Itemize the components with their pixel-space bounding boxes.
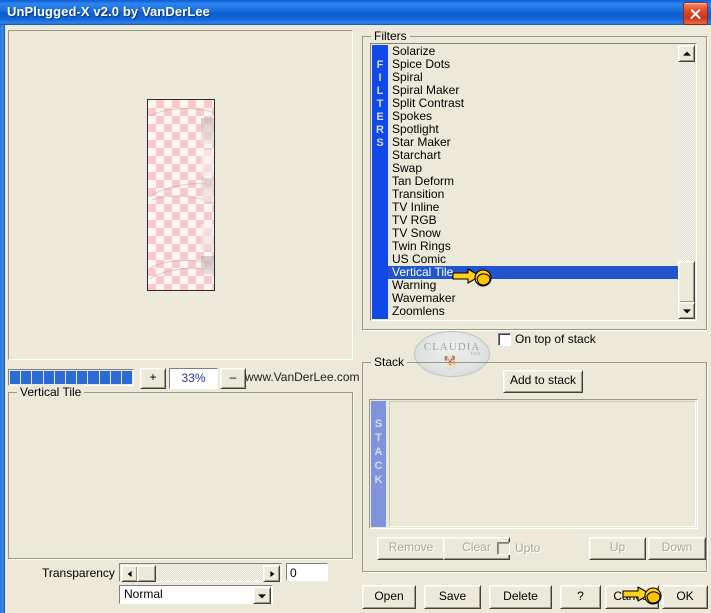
zoom-block [65, 371, 77, 384]
transparency-decrease-button[interactable] [121, 565, 138, 582]
help-button[interactable]: ? [560, 585, 601, 609]
zoom-block [10, 371, 21, 384]
website-link[interactable]: www.VanDerLee.com [245, 370, 360, 384]
window-title: UnPlugged-X v2.0 by VanDerLee [7, 4, 211, 19]
window-left-edge [0, 25, 5, 613]
stack-listbox[interactable]: ST AC K [369, 399, 698, 529]
scroll-up-icon[interactable] [678, 45, 695, 62]
down-button[interactable]: Down [648, 537, 706, 560]
zoom-block [99, 371, 110, 384]
scrollbar-thumb[interactable] [678, 261, 695, 303]
preview-tile-band [201, 224, 214, 250]
add-to-stack-button[interactable]: Add to stack [503, 370, 583, 393]
close-icon[interactable] [683, 2, 708, 25]
filters-list[interactable]: Solarize Spice Dots Spiral Spiral Maker Spli… [388, 45, 678, 319]
delete-button[interactable]: Delete [489, 585, 552, 609]
zoom-out-button[interactable]: – [220, 368, 246, 389]
zoom-block [32, 371, 43, 384]
filter-list-item[interactable]: Starchart [388, 149, 678, 162]
preview-panel[interactable] [8, 30, 353, 360]
filter-parameters-group: Vertical Tile [8, 385, 353, 559]
transparency-label: Transparency [42, 566, 115, 580]
save-button[interactable]: Save [424, 585, 481, 609]
preview-tile-band [201, 118, 214, 144]
filters-group-label: Filters [371, 29, 410, 43]
zoom-block [77, 371, 88, 384]
open-button[interactable]: Open [362, 585, 416, 609]
zoom-block [121, 371, 133, 384]
blend-mode-value: Normal [124, 587, 163, 601]
zoom-in-button[interactable]: + [140, 368, 166, 389]
filter-list-item[interactable]: Zoomlens [388, 305, 678, 318]
on-top-of-stack-checkbox[interactable] [498, 333, 511, 346]
transparency-track[interactable] [137, 564, 264, 581]
cancel-button[interactable]: Cancel [605, 585, 659, 609]
unplugged-x-dialog: UnPlugged-X v2.0 by VanDerLee + 33% – ww… [0, 0, 711, 613]
stack-list[interactable] [389, 401, 696, 527]
blend-mode-dropdown[interactable]: Normal [119, 585, 273, 604]
filters-side-band: FI LT ER S [372, 45, 388, 319]
stack-side-band: ST AC K [371, 401, 386, 527]
remove-button[interactable]: Remove [377, 537, 445, 560]
zoom-percent-value: 33% [169, 368, 218, 389]
zoom-block [21, 371, 32, 384]
zoom-block [54, 371, 65, 384]
transparency-increase-button[interactable] [263, 565, 280, 582]
up-button[interactable]: Up [589, 537, 646, 560]
preview-tile-band [201, 178, 214, 202]
preview-image [147, 99, 215, 291]
title-bar: UnPlugged-X v2.0 by VanDerLee [0, 0, 711, 25]
upto-label: Upto [515, 541, 541, 555]
scroll-down-icon[interactable] [678, 302, 695, 319]
upto-checkbox[interactable] [497, 542, 510, 555]
stack-group-label: Stack [371, 355, 408, 369]
transparency-slider[interactable] [119, 563, 282, 582]
zoom-block [43, 371, 54, 384]
preview-tile-band [201, 150, 214, 176]
filter-parameters-label: Vertical Tile [17, 385, 85, 399]
zoom-block [110, 371, 121, 384]
transparency-thumb[interactable] [137, 565, 156, 582]
filter-list-item[interactable]: Spice Dots [388, 58, 678, 71]
ok-button[interactable]: OK [662, 585, 708, 609]
preview-tile-band [201, 256, 214, 274]
transparency-value-field[interactable]: 0 [286, 563, 328, 581]
chevron-down-icon[interactable] [253, 587, 271, 604]
filters-scrollbar[interactable] [678, 45, 695, 319]
on-top-of-stack-label: On top of stack [515, 332, 596, 346]
zoom-level-bar[interactable] [8, 369, 134, 386]
watermark-subtext: tuts [470, 351, 481, 357]
filters-listbox[interactable]: FI LT ER S Solarize Spice Dots Spiral Spira… [370, 43, 697, 321]
zoom-block [88, 371, 99, 384]
